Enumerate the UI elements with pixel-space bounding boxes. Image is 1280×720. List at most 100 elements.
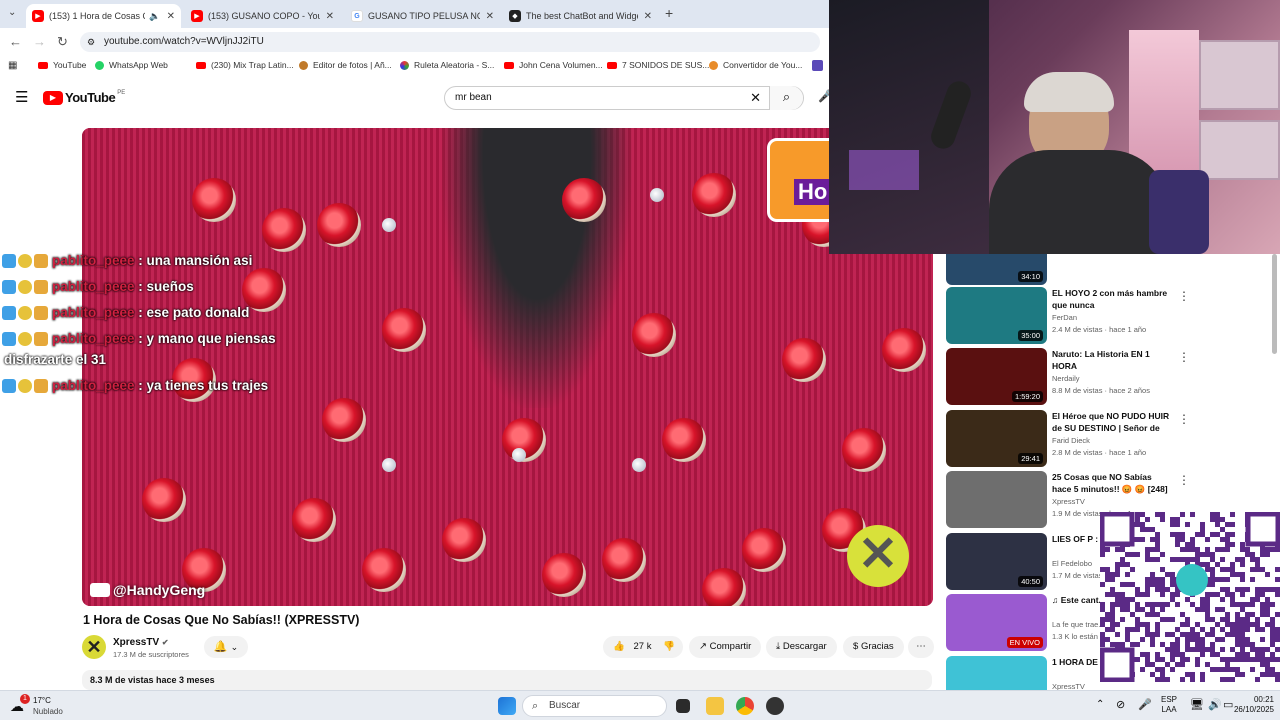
language-indicator[interactable]: ESP LAA <box>1161 695 1177 715</box>
recommendation-item[interactable]: 29:41 El Héroe que NO PUDO HUIR de SU DES… <box>946 410 1190 468</box>
qr-module <box>1220 517 1225 522</box>
close-tab-icon[interactable]: ✕ <box>167 11 175 22</box>
more-options-icon[interactable]: ⋮ <box>1178 350 1190 364</box>
taskbar-search-input[interactable]: ⌕ Buscar <box>522 695 667 717</box>
qr-module <box>1120 557 1125 562</box>
search-icon[interactable]: ⌕ <box>769 86 803 110</box>
recommendation-title[interactable]: Naruto: La Historia EN 1 HORA <box>1052 348 1172 372</box>
recommendation-item[interactable]: 1:59:20 Naruto: La Historia EN 1 HORA Nerd… <box>946 348 1190 406</box>
bookmark-ruleta[interactable]: Ruleta Aleatoria - S... <box>400 60 494 70</box>
qr-module <box>1225 677 1230 682</box>
close-tab-icon[interactable]: ✕ <box>326 11 334 22</box>
youtube-favicon-icon: ▶ <box>32 10 44 22</box>
task-view-icon[interactable] <box>676 699 690 713</box>
tab-list-chevron-icon[interactable]: ⌄ <box>8 7 16 18</box>
chat-message: pablito_peee : una mansión asi <box>2 253 252 268</box>
qr-module <box>1165 572 1170 577</box>
recommendation-channel[interactable]: La fe que trae... <box>1052 620 1105 629</box>
bookmark-whatsapp[interactable]: WhatsApp Web <box>95 60 168 70</box>
close-tab-icon[interactable]: ✕ <box>486 11 494 22</box>
chrome-icon[interactable] <box>736 697 754 715</box>
microphone-tray-icon[interactable]: 🎤 <box>1138 698 1152 711</box>
file-explorer-icon[interactable] <box>706 697 724 715</box>
clear-search-icon[interactable]: ✕ <box>750 87 761 109</box>
more-actions-button[interactable]: ⋯ <box>908 636 934 658</box>
recommendation-title[interactable]: 25 Cosas que NO Sabías hace 5 minutos!! … <box>1052 471 1172 495</box>
new-tab-plus-icon[interactable]: + <box>665 5 673 21</box>
thanks-button[interactable]: $ Gracias <box>843 636 904 658</box>
share-button[interactable]: ↗ Compartir <box>689 636 762 658</box>
qr-module <box>1250 597 1255 602</box>
site-info-icon[interactable]: ⚙ <box>87 32 95 52</box>
recommendation-channel[interactable]: El Fedelobo <box>1052 559 1092 568</box>
apps-grid-icon[interactable]: ▦ <box>8 60 17 71</box>
qr-module <box>1160 672 1165 677</box>
video-thumbnail[interactable]: EN VIVO <box>946 594 1047 651</box>
more-options-icon[interactable]: ⋮ <box>1178 412 1190 426</box>
tray-chevron-icon[interactable]: ⌃ <box>1096 699 1104 710</box>
video-thumbnail[interactable] <box>946 471 1047 528</box>
tab-2[interactable]: ▶ (153) GUSANO COPO - YouTube ✕ <box>185 4 340 28</box>
like-dislike-button[interactable]: 👍 27 k 👎 <box>603 636 683 658</box>
bookmark-7-sonidos[interactable]: 7 SONIDOS DE SUS... <box>607 60 709 70</box>
download-button[interactable]: ⤓ Descargar <box>766 636 837 658</box>
channel-name-row[interactable]: XpressTV ✔ <box>113 637 169 648</box>
thumbs-up-icon[interactable]: 👍 <box>613 641 625 652</box>
video-thumbnail[interactable]: 35:00 <box>946 287 1047 344</box>
volume-icon[interactable]: 🔊 <box>1208 698 1222 711</box>
obs-icon[interactable] <box>766 697 784 715</box>
qr-module <box>1225 522 1230 527</box>
bookmark-john-cena[interactable]: John Cena Volumen... <box>504 60 603 70</box>
video-thumbnail[interactable]: 1:59:20 <box>946 348 1047 405</box>
description-box[interactable]: 8.3 M de vistas hace 3 meses <box>82 670 932 690</box>
chat-badges <box>2 331 48 346</box>
windows-start-icon[interactable] <box>498 697 516 715</box>
close-tab-icon[interactable]: ✕ <box>644 11 652 22</box>
qr-module <box>1170 572 1175 577</box>
menu-hamburger-icon[interactable]: ☰ <box>15 88 28 106</box>
wifi-off-icon[interactable]: ⊘ <box>1116 698 1125 711</box>
search-input[interactable]: mr bean ✕ ⌕ <box>444 86 804 110</box>
bookmark-editor-fotos[interactable]: Editor de fotos | Añ... <box>299 60 392 70</box>
back-arrow-icon[interactable]: ← <box>9 34 22 49</box>
bookmark-youtube[interactable]: YouTube <box>38 60 86 70</box>
qr-module <box>1180 677 1185 682</box>
url-input[interactable]: ⚙ youtube.com/watch?v=WVljnJJ2iTU <box>80 32 820 52</box>
recommendation-title[interactable]: EL HOYO 2 con más hambre que nunca <box>1052 287 1172 311</box>
notification-bell-button[interactable]: 🔔 ⌄ <box>204 636 248 658</box>
tab-3[interactable]: G GUSANO TIPO PELUSA NOMBRE ✕ <box>345 4 500 28</box>
forward-arrow-icon[interactable]: → <box>33 34 46 49</box>
thumbs-down-icon[interactable]: 👎 <box>663 636 675 658</box>
network-icon[interactable]: 🖥 <box>1190 698 1204 711</box>
qr-module <box>1255 562 1260 567</box>
recommendation-title[interactable]: El Héroe que NO PUDO HUIR de SU DESTINO … <box>1052 410 1172 434</box>
ornament-ball <box>442 518 486 562</box>
channel-avatar[interactable]: ✕ <box>82 635 106 659</box>
qr-module <box>1125 632 1130 637</box>
qr-module <box>1210 667 1215 672</box>
tab-4[interactable]: ◆ The best ChatBot and Widgets ✕ <box>503 4 658 28</box>
clock[interactable]: 00:21 26/10/2025 <box>1226 695 1274 715</box>
tab-1[interactable]: ▶ (153) 1 Hora de Cosas Que 🔈 ✕ <box>26 4 181 28</box>
bookmark-mix-trap[interactable]: (230) Mix Trap Latin... <box>196 60 294 70</box>
reload-icon[interactable]: ↻ <box>57 34 68 50</box>
more-options-icon[interactable]: ⋮ <box>1178 289 1190 303</box>
youtube-logo[interactable]: ▶ YouTube PE <box>43 90 125 105</box>
bookmark-convertidor[interactable]: Convertidor de You... <box>709 60 802 70</box>
weather-widget[interactable]: ☁ 1 17°C Nublado <box>10 694 80 718</box>
recommendation-item[interactable]: 35:00 EL HOYO 2 con más hambre que nunca F… <box>946 287 1190 345</box>
recommendation-channel[interactable]: Nerdaily <box>1052 374 1080 383</box>
bookmark-v-icon[interactable] <box>812 60 828 71</box>
ornament-ball <box>602 538 646 582</box>
video-player[interactable]: Ho ✕ @HandyGeng <box>82 128 933 606</box>
video-thumbnail[interactable]: 29:41 <box>946 410 1047 467</box>
recommendation-channel[interactable]: XpressTV <box>1052 497 1085 506</box>
recommendation-channel[interactable]: Farid Dieck <box>1052 436 1090 445</box>
recommendation-channel[interactable]: FerDan <box>1052 313 1077 322</box>
video-thumbnail[interactable]: 40:50 <box>946 533 1047 590</box>
qr-module <box>1215 547 1220 552</box>
qr-module <box>1235 642 1240 647</box>
more-options-icon[interactable]: ⋮ <box>1178 473 1190 487</box>
qr-module <box>1185 642 1190 647</box>
sidebar-scrollbar[interactable] <box>1272 254 1277 354</box>
